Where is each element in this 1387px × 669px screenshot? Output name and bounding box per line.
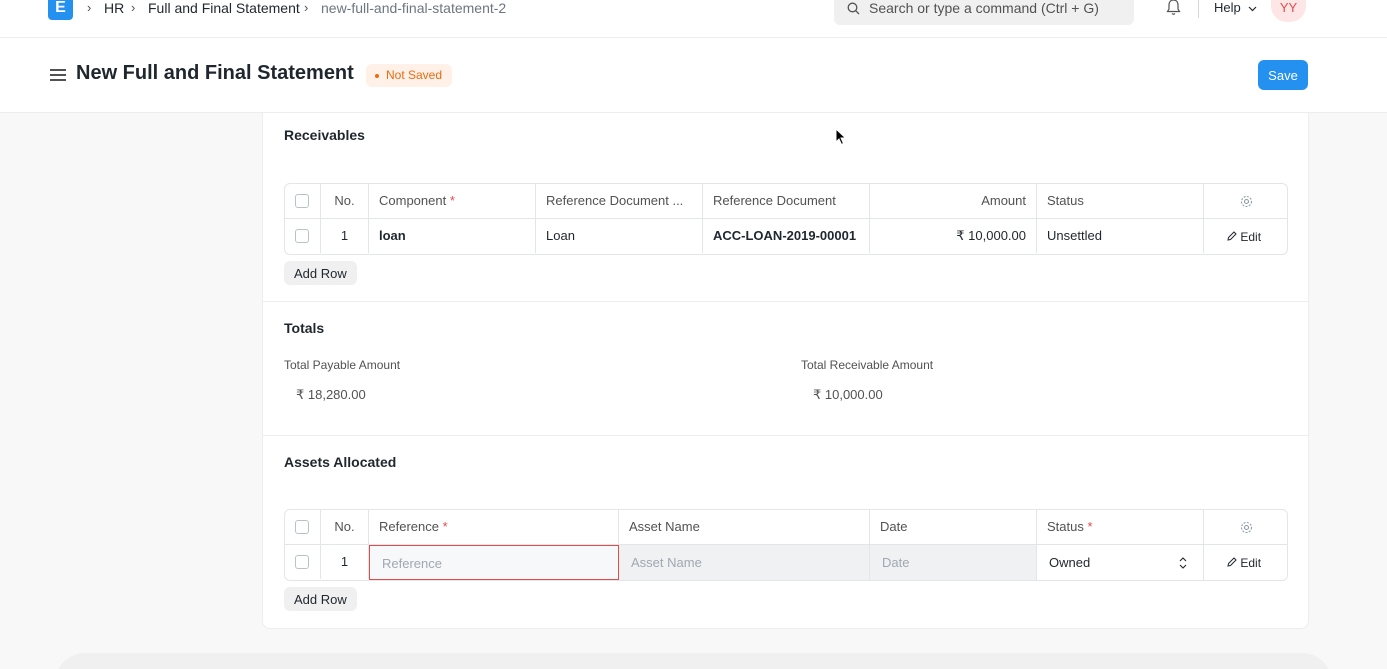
breadcrumb-hr[interactable]: HR [104, 0, 124, 16]
row-edit-cell: Edit [1204, 545, 1287, 579]
table-header-row: No. Reference * Asset Name Date Status * [285, 510, 1287, 545]
row-edit-label: Edit [1240, 556, 1262, 570]
settings-gear-icon[interactable] [1240, 195, 1253, 208]
chevron-right-icon: › [87, 0, 92, 15]
total-payable-label: Total Payable Amount [284, 358, 401, 372]
column-header-reference-document: Reference Document [703, 184, 870, 218]
row-status[interactable]: Unsettled [1037, 219, 1204, 253]
table-row[interactable]: 1 Reference Asset Name Date Owned Edit [285, 545, 1287, 580]
status-select-value: Owned [1049, 555, 1091, 570]
row-no: 1 [321, 219, 369, 253]
search-icon [847, 2, 860, 15]
column-header-amount: Amount [870, 184, 1037, 218]
search-bar[interactable]: Search or type a command (Ctrl + G) [834, 0, 1134, 25]
column-header-status: Status [1037, 184, 1204, 218]
page-head: New Full and Final Statement Not Saved S… [0, 38, 1387, 113]
column-header-component-label: Component [379, 193, 447, 208]
status-select[interactable]: Owned [1037, 545, 1204, 580]
column-header-reference-document-type: Reference Document ... [536, 184, 703, 218]
required-marker: * [449, 193, 455, 208]
select-all-cell [285, 510, 321, 544]
assets-section-title: Assets Allocated [284, 454, 397, 470]
column-header-no: No. [321, 184, 369, 218]
select-all-checkbox[interactable] [295, 194, 309, 208]
help-label: Help [1214, 0, 1241, 15]
column-header-reference: Reference * [369, 510, 619, 544]
section-divider [263, 435, 1308, 436]
column-header-reference-label: Reference [379, 519, 439, 534]
navbar: E › HR › Full and Final Statement › new-… [0, 0, 1387, 38]
column-settings-cell [1204, 510, 1287, 544]
row-select-cell [285, 219, 321, 253]
assets-table: No. Reference * Asset Name Date Status *… [284, 509, 1288, 581]
required-marker: * [1087, 519, 1093, 534]
total-payable-value: ₹ 18,280.00 [296, 387, 366, 402]
column-header-date: Date [870, 510, 1037, 544]
table-row[interactable]: 1 loan Loan ACC-LOAN-2019-00001 ₹ 10,000… [285, 219, 1287, 254]
chevron-right-icon: › [131, 0, 136, 15]
totals-section-title: Totals [284, 320, 325, 336]
next-card-edge [55, 653, 1332, 669]
reference-input[interactable]: Reference [369, 545, 619, 580]
row-edit-button[interactable]: Edit [1227, 219, 1261, 253]
settings-gear-icon[interactable] [1240, 521, 1253, 534]
search-input[interactable]: Search or type a command (Ctrl + G) [869, 0, 1099, 16]
total-receivable-label: Total Receivable Amount [801, 358, 934, 372]
row-no: 1 [321, 545, 369, 579]
pencil-icon [1227, 557, 1237, 567]
row-edit-button[interactable]: Edit [1227, 545, 1261, 579]
chevron-right-icon: › [304, 0, 309, 15]
row-checkbox[interactable] [295, 229, 309, 243]
form-card: Receivables No. Component * Reference Do… [262, 113, 1309, 629]
total-receivable-value: ₹ 10,000.00 [813, 387, 883, 402]
status-badge: Not Saved [366, 64, 453, 87]
receivables-section-title: Receivables [284, 127, 365, 143]
breadcrumb-current[interactable]: new-full-and-final-statement-2 [321, 0, 506, 16]
select-arrows-icon [1179, 557, 1187, 569]
page-title: New Full and Final Statement [76, 62, 354, 84]
app-logo[interactable]: E [48, 0, 73, 20]
column-header-no: No. [321, 510, 369, 544]
asset-name-input[interactable]: Asset Name [619, 545, 870, 580]
column-header-asset-name: Asset Name [619, 510, 870, 544]
required-marker: * [442, 519, 448, 534]
select-all-checkbox[interactable] [295, 520, 309, 534]
receivables-table: No. Component * Reference Document ... R… [284, 183, 1288, 255]
section-divider [263, 301, 1308, 302]
row-amount[interactable]: ₹ 10,000.00 [870, 219, 1037, 253]
column-header-component: Component * [369, 184, 536, 218]
date-input[interactable]: Date [870, 545, 1037, 580]
row-edit-label: Edit [1240, 230, 1262, 244]
row-select-cell [285, 545, 321, 579]
help-dropdown[interactable]: Help [1214, 0, 1257, 15]
row-reference-document-type[interactable]: Loan [536, 219, 703, 253]
column-header-status: Status * [1037, 510, 1204, 544]
user-avatar[interactable]: YY [1271, 0, 1306, 22]
assets-add-row-button[interactable]: Add Row [284, 587, 357, 611]
table-header-row: No. Component * Reference Document ... R… [285, 184, 1287, 219]
breadcrumb-full-and-final-statement[interactable]: Full and Final Statement [148, 0, 300, 16]
pencil-icon [1227, 231, 1237, 241]
row-reference-document[interactable]: ACC-LOAN-2019-00001 [703, 219, 870, 253]
row-checkbox[interactable] [295, 555, 309, 569]
mouse-cursor-icon [835, 128, 847, 146]
save-button[interactable]: Save [1258, 60, 1308, 90]
navbar-divider [1198, 0, 1199, 18]
notification-bell-icon[interactable] [1165, 0, 1182, 16]
column-settings-cell [1204, 184, 1287, 218]
row-component[interactable]: loan [369, 219, 536, 253]
row-edit-cell: Edit [1204, 219, 1287, 253]
receivables-add-row-button[interactable]: Add Row [284, 261, 357, 285]
chevron-down-icon [1248, 6, 1257, 12]
sidebar-toggle-icon[interactable] [50, 69, 66, 84]
column-header-status-label: Status [1047, 519, 1084, 534]
select-all-cell [285, 184, 321, 218]
